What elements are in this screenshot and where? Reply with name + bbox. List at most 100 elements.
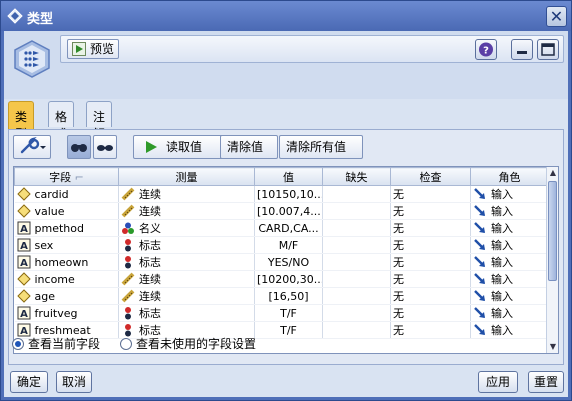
- measure-cell[interactable]: 标志: [118, 253, 255, 271]
- apply-button[interactable]: 应用: [478, 371, 518, 393]
- field-cell[interactable]: Apmethod: [14, 219, 119, 237]
- check-cell[interactable]: 无: [390, 202, 471, 220]
- view-toggle-compact[interactable]: [93, 135, 117, 159]
- missing-cell[interactable]: [322, 287, 391, 305]
- missing-cell[interactable]: [322, 321, 391, 339]
- table-row[interactable]: Apmethod 名义 CARD,CA... 无 输入: [14, 219, 549, 237]
- maximize-button[interactable]: [537, 39, 559, 60]
- measure-cell[interactable]: 连续: [118, 185, 255, 203]
- view-unused-fields-radio[interactable]: 查看未使用的字段设置: [120, 335, 256, 352]
- preview-button[interactable]: 预览: [67, 39, 120, 59]
- check-cell[interactable]: 无: [390, 253, 471, 271]
- missing-cell[interactable]: [322, 236, 391, 254]
- values-cell[interactable]: T/F: [254, 304, 323, 322]
- check-cell[interactable]: 无: [390, 185, 471, 203]
- tab-types[interactable]: 类型: [8, 101, 35, 141]
- column-header-role[interactable]: 角色: [470, 167, 549, 186]
- role-cell[interactable]: 输入: [470, 236, 549, 254]
- measure-value: 标志: [139, 256, 161, 269]
- values-cell[interactable]: [10200,30...: [254, 270, 323, 288]
- field-cell[interactable]: cardid: [14, 185, 119, 203]
- sort-icon: ⌐: [74, 170, 84, 184]
- missing-cell[interactable]: [322, 202, 391, 220]
- tools-menu-button[interactable]: [13, 135, 51, 159]
- view-toggle-expanded[interactable]: [67, 135, 91, 159]
- role-cell[interactable]: 输入: [470, 304, 549, 322]
- field-cell[interactable]: age: [14, 287, 119, 305]
- role-cell[interactable]: 输入: [470, 219, 549, 237]
- measure-cell[interactable]: 标志: [118, 304, 255, 322]
- values-cell[interactable]: YES/NO: [254, 253, 323, 271]
- help-button[interactable]: ?: [475, 39, 497, 60]
- role-cell[interactable]: 输入: [470, 287, 549, 305]
- column-header-missing[interactable]: 缺失: [322, 167, 391, 186]
- column-header-field[interactable]: 字段 ⌐: [14, 167, 119, 186]
- table-row[interactable]: income 连续 [10200,30... 无 输入: [14, 270, 549, 288]
- values-cell[interactable]: [10.007,4...: [254, 202, 323, 220]
- missing-cell[interactable]: [322, 185, 391, 203]
- values-cell[interactable]: [10150,10...: [254, 185, 323, 203]
- tab-format[interactable]: 格式: [48, 101, 75, 141]
- minimize-button[interactable]: [511, 39, 533, 60]
- scroll-thumb[interactable]: [548, 181, 557, 281]
- missing-cell[interactable]: [322, 304, 391, 322]
- column-header-measure[interactable]: 测量: [118, 167, 255, 186]
- string-a-icon: A: [17, 255, 31, 269]
- ok-button[interactable]: 确定: [10, 371, 48, 393]
- check-cell[interactable]: 无: [390, 304, 471, 322]
- close-button[interactable]: ✕: [546, 6, 567, 27]
- field-name: age: [34, 290, 56, 303]
- table-row[interactable]: Ahomeown 标志 YES/NO 无 输入: [14, 253, 549, 271]
- measure-cell[interactable]: 连续: [118, 270, 255, 288]
- field-cell[interactable]: value: [14, 202, 119, 220]
- missing-cell[interactable]: [322, 253, 391, 271]
- measure-cell[interactable]: 连续: [118, 202, 255, 220]
- role-cell[interactable]: 输入: [470, 270, 549, 288]
- values-cell[interactable]: CARD,CA...: [254, 219, 323, 237]
- check-cell[interactable]: 无: [390, 219, 471, 237]
- role-value: 输入: [491, 324, 513, 337]
- cancel-button[interactable]: 取消: [56, 371, 92, 393]
- table-row[interactable]: Asex 标志 M/F 无 输入: [14, 236, 549, 254]
- table-row[interactable]: cardid 连续 [10150,10... 无 输入: [14, 185, 549, 203]
- check-cell[interactable]: 无: [390, 236, 471, 254]
- title-bar[interactable]: 类型 ✕: [1, 1, 571, 31]
- view-current-fields-radio[interactable]: 查看当前字段: [12, 335, 100, 352]
- values-cell[interactable]: M/F: [254, 236, 323, 254]
- values-cell[interactable]: [16,50]: [254, 287, 323, 305]
- measure-cell[interactable]: 名义: [118, 219, 255, 237]
- role-cell[interactable]: 输入: [470, 185, 549, 203]
- column-header-check[interactable]: 检查: [390, 167, 471, 186]
- field-cell[interactable]: Ahomeown: [14, 253, 119, 271]
- scroll-down-arrow-icon[interactable]: ▼: [548, 342, 558, 352]
- missing-cell[interactable]: [322, 219, 391, 237]
- check-cell[interactable]: 无: [390, 270, 471, 288]
- table-vertical-scrollbar[interactable]: ▲ ▼: [546, 167, 558, 353]
- tab-annotations[interactable]: 注解: [86, 101, 113, 141]
- table-row[interactable]: value 连续 [10.007,4... 无 输入: [14, 202, 549, 220]
- role-cell[interactable]: 输入: [470, 202, 549, 220]
- role-cell[interactable]: 输入: [470, 253, 549, 271]
- role-cell[interactable]: 输入: [470, 321, 549, 339]
- clear-all-values-button[interactable]: 清除所有值: [279, 135, 363, 159]
- check-cell[interactable]: 无: [390, 287, 471, 305]
- measure-cell[interactable]: 标志: [118, 236, 255, 254]
- check-cell[interactable]: 无: [390, 321, 471, 339]
- measure-cell[interactable]: 连续: [118, 287, 255, 305]
- field-cell[interactable]: Afruitveg: [14, 304, 119, 322]
- measure-value: 连续: [139, 188, 161, 201]
- role-value: 输入: [491, 222, 513, 235]
- flag-balls-icon: [121, 306, 135, 320]
- ruler-icon: [121, 272, 135, 286]
- fields-table: 字段 ⌐ 测量 值 缺失 检查 角色 cardid 连续 [10150,10... 无…: [13, 166, 559, 354]
- clear-values-button[interactable]: 清除值: [220, 135, 278, 159]
- reset-button[interactable]: 重置: [528, 371, 564, 393]
- values-cell[interactable]: T/F: [254, 321, 323, 339]
- column-header-values[interactable]: 值: [254, 167, 323, 186]
- table-row[interactable]: age 连续 [16,50] 无 输入: [14, 287, 549, 305]
- missing-cell[interactable]: [322, 270, 391, 288]
- field-cell[interactable]: income: [14, 270, 119, 288]
- field-cell[interactable]: Asex: [14, 236, 119, 254]
- scroll-up-arrow-icon[interactable]: ▲: [548, 168, 558, 178]
- table-row[interactable]: Afruitveg 标志 T/F 无 输入: [14, 304, 549, 322]
